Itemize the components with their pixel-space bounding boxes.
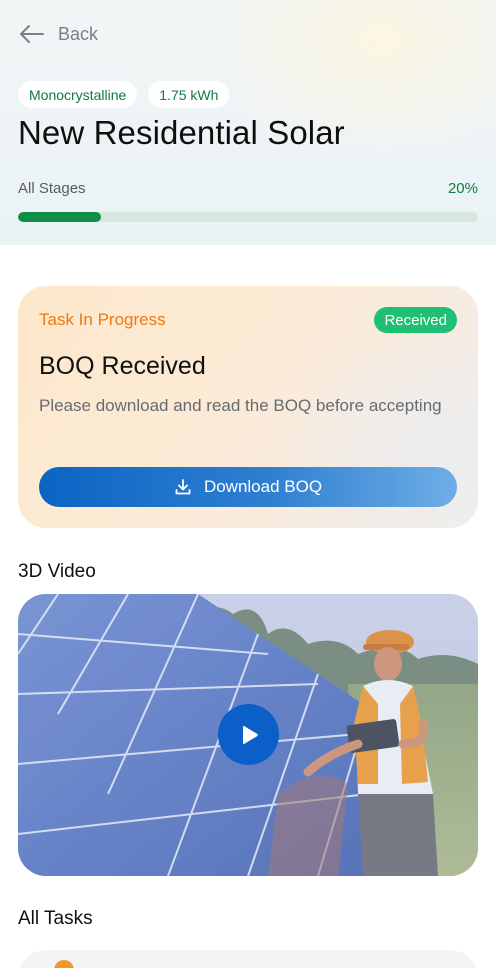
progress-percent: 20% [447, 180, 478, 197]
arrow-left-icon [20, 25, 44, 43]
video-section-title: 3D Video [18, 561, 96, 582]
back-label: Back [58, 23, 99, 44]
all-tasks-title: All Tasks [18, 908, 93, 929]
tag-capacity: 1.75 kWh [148, 81, 230, 108]
play-button[interactable] [218, 704, 279, 765]
status-badge: Received [374, 307, 457, 333]
task-title: BOQ Received [39, 352, 206, 380]
task-list-item[interactable] [18, 950, 478, 968]
download-button-label: Download BOQ [203, 477, 323, 496]
current-task-card: Task In Progress Received BOQ Received P… [18, 286, 478, 528]
progress-bar-fill [18, 212, 101, 222]
project-header: Back Monocrystalline 1.75 kWh New Reside… [0, 0, 496, 245]
project-tags: Monocrystalline 1.75 kWh [18, 81, 230, 108]
play-icon [242, 725, 258, 744]
task-status: Task In Progress [39, 310, 166, 329]
task-status-dot [54, 960, 74, 968]
progress-bar [18, 212, 478, 222]
download-icon [175, 479, 191, 495]
back-button[interactable]: Back [18, 20, 98, 48]
task-description: Please download and read the BOQ before … [39, 396, 442, 415]
stage-label: All Stages [18, 180, 86, 197]
download-boq-button[interactable]: Download BOQ [39, 467, 457, 507]
page-title: New Residential Solar [18, 114, 345, 151]
tag-panel-type: Monocrystalline [18, 81, 138, 108]
project-detail-screen: Back Monocrystalline 1.75 kWh New Reside… [0, 0, 496, 968]
